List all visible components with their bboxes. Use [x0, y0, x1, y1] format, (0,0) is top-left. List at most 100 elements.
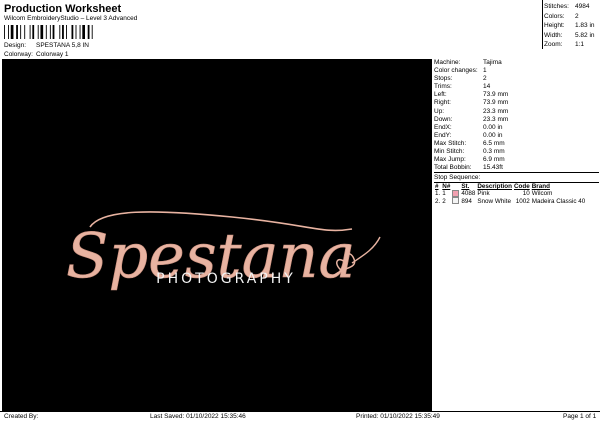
design-value: SPESTANA 5,8 IN: [36, 42, 89, 49]
colorway-value: Colorway 1: [36, 51, 69, 58]
barcode-bar: [4, 25, 5, 39]
barcode-bar: [62, 25, 64, 39]
info-label: Color changes:: [434, 67, 478, 75]
barcode-bar: [16, 25, 18, 39]
info-row: Up: 23.3 mm: [434, 108, 599, 116]
table-row: 2. 2 894 Snow White 1002 Madeira Classic…: [434, 197, 586, 205]
barcode-bar: [49, 25, 51, 39]
barcode-bar: [40, 25, 44, 39]
info-row: Right: 73.9 mm: [434, 99, 599, 107]
info-row: Trims: 14: [434, 83, 599, 91]
info-label: Max Jump:: [434, 156, 466, 164]
stat-label: Zoom:: [544, 41, 563, 49]
info-label: EndY:: [434, 131, 452, 139]
info-label: Trims:: [434, 83, 452, 91]
machine-info-panel: Machine: Tajima Color changes: 1 Stops: 2 T…: [434, 59, 599, 205]
info-value: 73.9 mm: [483, 99, 509, 107]
color-swatch: [452, 190, 460, 198]
tagline-text: PHOTOGRAPHY: [156, 271, 296, 287]
cell: 1002: [515, 197, 530, 205]
info-label: Stops:: [434, 75, 453, 83]
software-subtitle: Wilcom EmbroideryStudio – Level 3 Advanc…: [4, 15, 138, 22]
info-value: 73.9 mm: [483, 91, 509, 99]
info-value: 14: [483, 83, 491, 91]
barcode-bar: [10, 25, 14, 39]
barcode-bar: [32, 25, 35, 39]
col-header: Description: [477, 183, 512, 191]
cell: 1.: [435, 190, 441, 198]
info-row: Color changes: 1: [434, 67, 599, 75]
barcode-bar: [37, 25, 39, 39]
barcode-bar: [45, 25, 47, 39]
stat-label: Stitches:: [544, 3, 569, 10]
info-label: Max Stitch:: [434, 139, 467, 147]
worksheet-title: Production Worksheet: [4, 3, 122, 15]
footer-divider: [0, 411, 600, 412]
stat-value: 4984: [575, 3, 590, 10]
barcode: [4, 25, 93, 39]
info-value: 6.9 mm: [483, 156, 505, 164]
barcode-bar: [82, 25, 85, 39]
barcode-bar: [52, 25, 55, 39]
barcode-bar: [71, 25, 74, 39]
info-label: Right:: [434, 99, 451, 107]
barcode-bar: [87, 25, 90, 39]
info-value: 6.5 mm: [483, 139, 505, 147]
info-value: 23.3 mm: [483, 115, 509, 123]
cell: Pink: [477, 190, 490, 198]
design-preview: Spestana PHOTOGRAPHY: [2, 59, 432, 411]
info-value: 1: [483, 67, 487, 75]
info-label: Left:: [434, 91, 447, 99]
col-header: [451, 183, 460, 190]
stat-row: Stitches: 4984: [544, 2, 599, 12]
top-stats: Stitches: 4984 Colors: 2 Height: 1.83 in Wi…: [544, 2, 599, 50]
table-row: 1. 1 4088 Pink 10 Wilcom: [434, 190, 586, 197]
embroidery-design: Spestana PHOTOGRAPHY: [66, 211, 381, 292]
info-row: Total Bobbin: 15.43ft: [434, 164, 599, 172]
info-row: EndY: 0.00 in: [434, 132, 599, 140]
info-value: 0.00 in: [483, 123, 503, 131]
cell: Wilcom: [531, 190, 553, 198]
col-header: St.: [461, 183, 470, 191]
color-swatch: [452, 197, 460, 205]
info-value: 23.3 mm: [483, 107, 509, 115]
cell: Snow White: [477, 197, 511, 205]
stat-row: Height: 1.83 in: [544, 21, 599, 31]
barcode-bar: [24, 25, 26, 39]
barcode-bar: [79, 25, 81, 39]
cell: 894: [461, 197, 472, 205]
cell: 2: [442, 197, 446, 205]
barcode-bar: [66, 25, 67, 39]
barcode-bar: [75, 25, 77, 39]
footer: Created By: Last Saved: 01/10/2022 15:35…: [0, 413, 600, 423]
stat-value: 2: [575, 12, 579, 20]
col-header: Code: [513, 183, 530, 191]
barcode-bar: [8, 25, 9, 39]
info-row: Max Stitch: 6.5 mm: [434, 140, 599, 148]
header-divider: [542, 0, 543, 49]
info-row: Down: 23.3 mm: [434, 116, 599, 124]
info-label: Up:: [434, 107, 445, 115]
stat-row: Colors: 2: [544, 12, 599, 22]
page-number: Page 1 of 1: [563, 413, 597, 420]
stat-label: Width:: [544, 31, 563, 39]
col-header: #: [435, 183, 439, 191]
info-label: Down:: [434, 115, 453, 123]
last-saved: Last Saved: 01/10/2022 15:35:46: [150, 413, 246, 420]
colorway-label: Colorway:: [4, 51, 33, 58]
created-by: Created By:: [4, 413, 39, 420]
cell: [451, 197, 460, 205]
stat-label: Height:: [544, 22, 565, 30]
col-header: Brand: [531, 183, 550, 191]
info-row: Max Jump: 6.9 mm: [434, 156, 599, 164]
stat-label: Colors:: [544, 12, 565, 20]
cell: 10: [522, 190, 530, 198]
info-row: Machine: Tajima: [434, 59, 599, 67]
printed-date: Printed: 01/10/2022 15:35:49: [356, 413, 440, 420]
info-row: Stops: 2: [434, 75, 599, 83]
info-value: 0.00 in: [483, 131, 503, 139]
stop-sequence-table: # N# St. Description Code Brand 1. 1 408…: [434, 183, 586, 204]
cell: [451, 190, 460, 198]
stat-value: 1:1: [575, 41, 585, 49]
col-header: N#: [442, 183, 451, 191]
